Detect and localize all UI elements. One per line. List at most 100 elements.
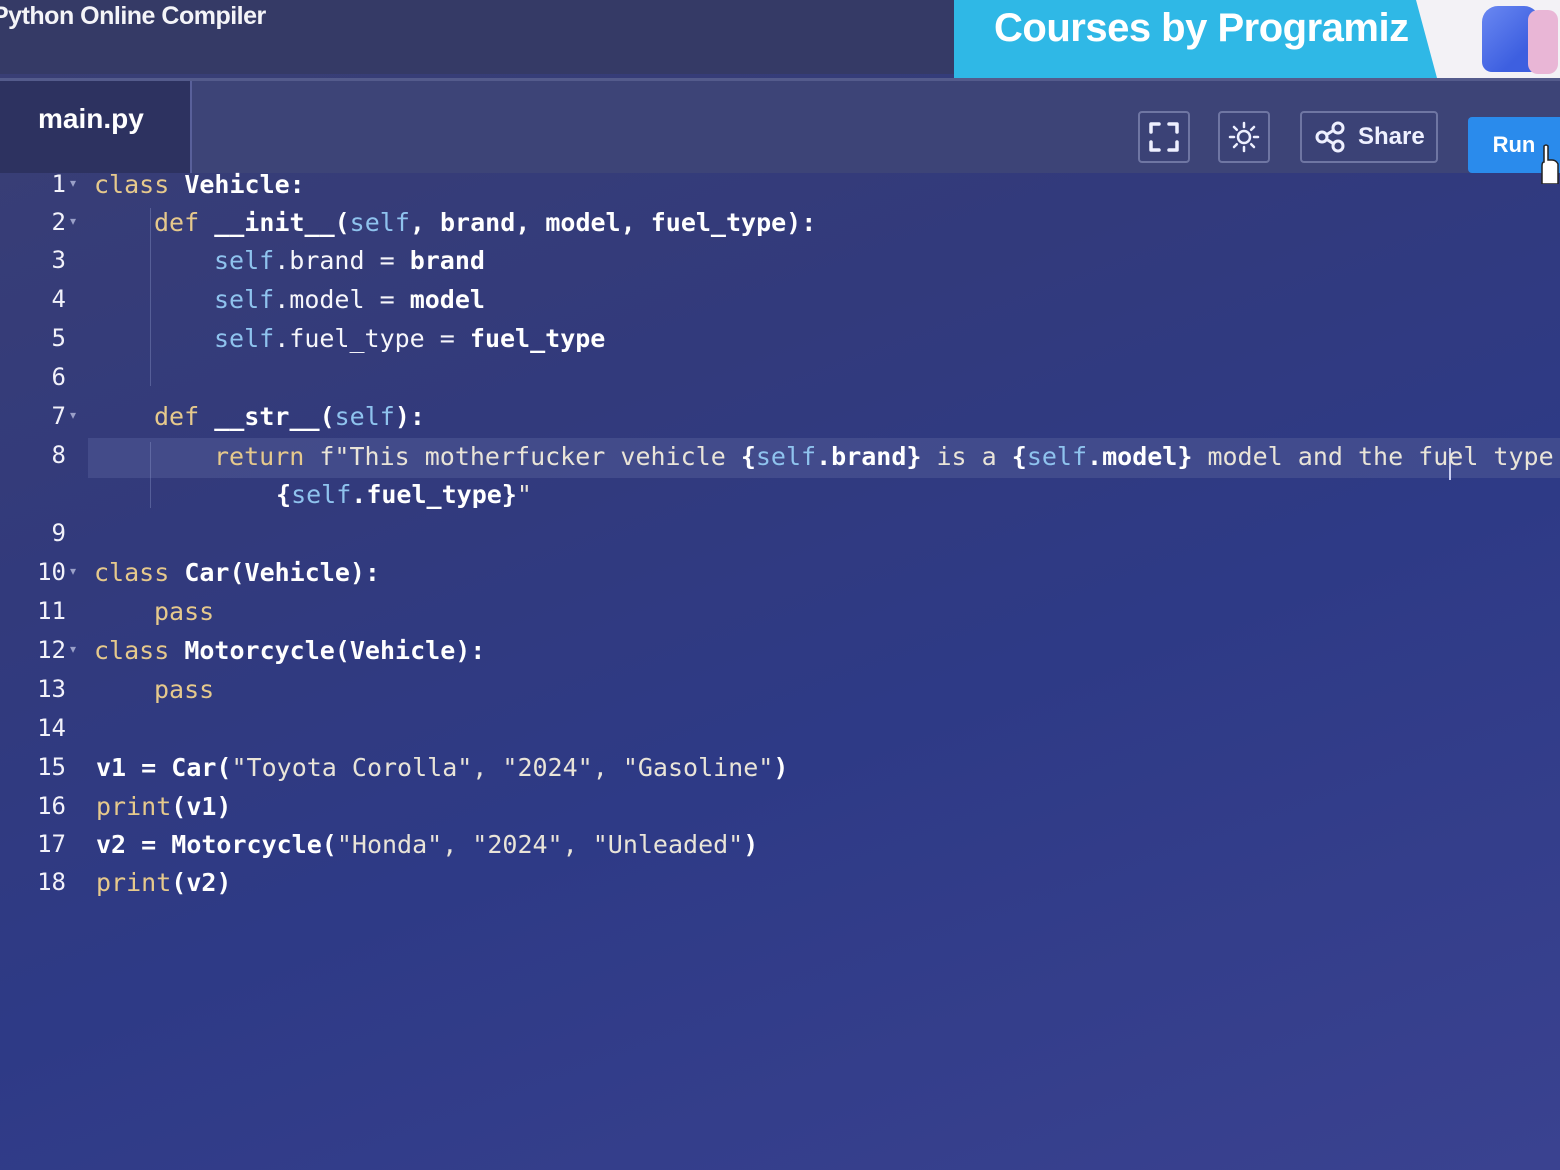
line-number: 13: [37, 675, 66, 703]
code-editor[interactable]: 1 2 3 4 5 6 7 8 9 10 11 12 13 14 15 16 1…: [0, 170, 1560, 1170]
line-number: 16: [37, 792, 66, 820]
code-line: def __init__(self, brand, model, fuel_ty…: [154, 208, 816, 237]
code-text: Car(Vehicle):: [169, 558, 380, 587]
code-text: Motorcycle(: [171, 830, 337, 859]
app-title: Python Online Compiler: [0, 2, 266, 30]
keyword: return: [214, 442, 305, 471]
code-text: {: [1011, 442, 1027, 471]
code-line: v1 = Car("Toyota Corolla", "2024", "Gaso…: [96, 753, 788, 782]
self-token: self: [291, 480, 352, 509]
keyword: class: [94, 170, 170, 199]
code-line: class Car(Vehicle):: [94, 558, 380, 587]
line-number: 4: [51, 285, 66, 313]
file-tab-label: main.py: [38, 103, 144, 134]
code-line-wrapped: {self.fuel_type}": [276, 480, 532, 509]
fold-arrow-icon[interactable]: ▾: [70, 408, 76, 422]
line-number: 15: [37, 753, 66, 781]
code-text: ): [773, 753, 789, 782]
line-number: 3: [51, 246, 66, 274]
self-token: self: [349, 208, 410, 237]
line-number: 7: [51, 402, 66, 430]
code-text: .brand}: [816, 442, 922, 471]
fullscreen-icon: [1149, 122, 1179, 152]
keyword: pass: [154, 597, 215, 626]
self-token: self: [214, 246, 275, 275]
string-text: "Toyota Corolla", "2024", "Gasoline": [231, 753, 774, 782]
code-text: ):: [394, 402, 425, 431]
code-line: self.model = model: [214, 285, 485, 314]
line-number: 10: [37, 558, 66, 586]
code-text: {: [276, 480, 292, 509]
line-number: 11: [37, 597, 66, 625]
code-line: class Motorcycle(Vehicle):: [94, 636, 485, 665]
builtin-function: print: [96, 868, 172, 897]
code-line: print(v1): [96, 792, 231, 821]
code-text: , brand, model, fuel_type):: [409, 208, 817, 237]
code-line: self.fuel_type = fuel_type: [214, 324, 605, 353]
string-text: f"This motherfucker vehicle: [304, 442, 741, 471]
code-text: (v1): [171, 792, 232, 821]
theme-toggle-button[interactable]: [1218, 111, 1270, 163]
code-text: brand: [409, 246, 485, 275]
share-label: Share: [1358, 123, 1425, 150]
indent-guide: [150, 208, 151, 386]
editor-header: main.py Share Run: [0, 78, 1560, 173]
string-text: model and the fuel type is: [1192, 442, 1560, 471]
code-line: pass: [154, 597, 214, 626]
code-line: v2 = Motorcycle("Honda", "2024", "Unlead…: [96, 830, 758, 859]
fold-arrow-icon[interactable]: ▾: [70, 214, 76, 228]
code-text: .brand =: [274, 246, 410, 275]
code-text: v2 =: [96, 830, 172, 859]
code-text: (v2): [171, 868, 232, 897]
code-text: fuel_type: [469, 324, 606, 353]
string-text: is a: [921, 442, 1012, 471]
keyword: def: [154, 208, 200, 237]
builtin-function: print: [96, 792, 172, 821]
string-text: "Honda", "2024", "Unleaded": [336, 830, 744, 859]
code-text: .model}: [1087, 442, 1193, 471]
string-text: ": [516, 480, 532, 509]
code-text: Car(: [171, 753, 232, 782]
code-line: class Vehicle:: [94, 170, 305, 199]
keyword: pass: [154, 675, 215, 704]
line-number: 2: [51, 208, 66, 236]
line-number: 1: [51, 170, 66, 198]
sun-icon: [1228, 121, 1260, 153]
code-line: return f"This motherfucker vehicle {self…: [214, 442, 1560, 471]
keyword: class: [94, 636, 170, 665]
fold-arrow-icon[interactable]: ▾: [70, 564, 76, 578]
code-text: .fuel_type}: [351, 480, 517, 509]
line-number: 6: [51, 363, 66, 391]
run-label: Run: [1492, 132, 1536, 157]
keyword: def: [154, 402, 200, 431]
indent-guide: [150, 442, 151, 508]
fullscreen-button[interactable]: [1138, 111, 1190, 163]
code-text: .model =: [274, 285, 410, 314]
line-number: 14: [37, 714, 66, 742]
self-token: self: [1026, 442, 1088, 471]
code-text: Motorcycle(Vehicle):: [169, 636, 486, 665]
file-tab-main-py[interactable]: main.py: [0, 81, 192, 173]
fold-arrow-icon[interactable]: ▾: [70, 642, 76, 656]
code-text: model: [409, 285, 485, 314]
code-text: __str__(: [199, 402, 335, 431]
code-line: def __str__(self):: [154, 402, 425, 431]
code-line: print(v2): [96, 868, 231, 897]
banner-text: Courses by Programiz: [994, 6, 1409, 50]
self-token: self: [334, 402, 395, 431]
code-text: .fuel_type =: [274, 324, 470, 353]
fold-arrow-icon[interactable]: ▾: [70, 176, 76, 190]
line-number: 9: [51, 519, 66, 547]
code-text: __init__(: [199, 208, 350, 237]
self-token: self: [214, 285, 275, 314]
self-token: self: [755, 442, 817, 471]
courses-banner[interactable]: Courses by Programiz: [954, 0, 1560, 78]
line-number: 12: [37, 636, 66, 664]
line-number: 8: [51, 441, 66, 469]
share-icon: [1315, 121, 1345, 153]
keyword: class: [94, 558, 170, 587]
share-button[interactable]: Share: [1300, 111, 1438, 163]
code-line: self.brand = brand: [214, 246, 485, 275]
line-number: 18: [37, 868, 66, 896]
line-number: 17: [37, 830, 66, 858]
